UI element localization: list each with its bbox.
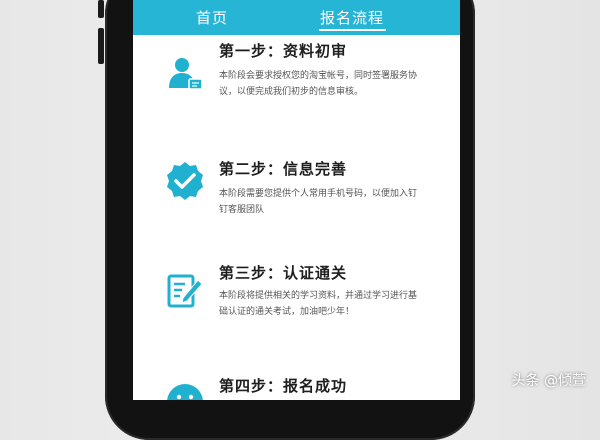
- watermark: 头条 @倾萱: [511, 373, 586, 389]
- document-pen-icon: [167, 274, 203, 308]
- tab-home[interactable]: 首页: [196, 7, 228, 28]
- step-2-title: 第二步：信息完善: [219, 160, 348, 178]
- user-card-icon: [169, 58, 203, 90]
- phone-side-button: [98, 28, 104, 64]
- step-3-title: 第三步：认证通关: [219, 264, 348, 282]
- smile-icon: [167, 384, 203, 400]
- check-badge-icon: [167, 162, 203, 200]
- phone-volume-button: [98, 0, 104, 18]
- step-3-description: 本阶段将提供相关的学习资料，并通过学习进行基础认证的通关考试，加油吧少年！: [219, 291, 418, 317]
- active-tab-indicator: [319, 29, 386, 31]
- app-screen: 首页 报名流程 第一步：资料初审 本阶段会要求授权您的淘宝帐号，同时签署服务协议…: [133, 0, 460, 400]
- top-nav-bar: 首页 报名流程: [133, 0, 460, 35]
- step-4-title: 第四步：报名成功: [219, 377, 348, 395]
- tab-registration-process[interactable]: 报名流程: [320, 7, 384, 28]
- step-2-description: 本阶段需要您提供个人常用手机号码，以便加入钉钉客服团队: [219, 189, 418, 215]
- step-1-title: 第一步：资料初审: [219, 42, 348, 60]
- step-1-description: 本阶段会要求授权您的淘宝帐号，同时签署服务协议，以便完成我们初步的信息审核。: [219, 71, 418, 97]
